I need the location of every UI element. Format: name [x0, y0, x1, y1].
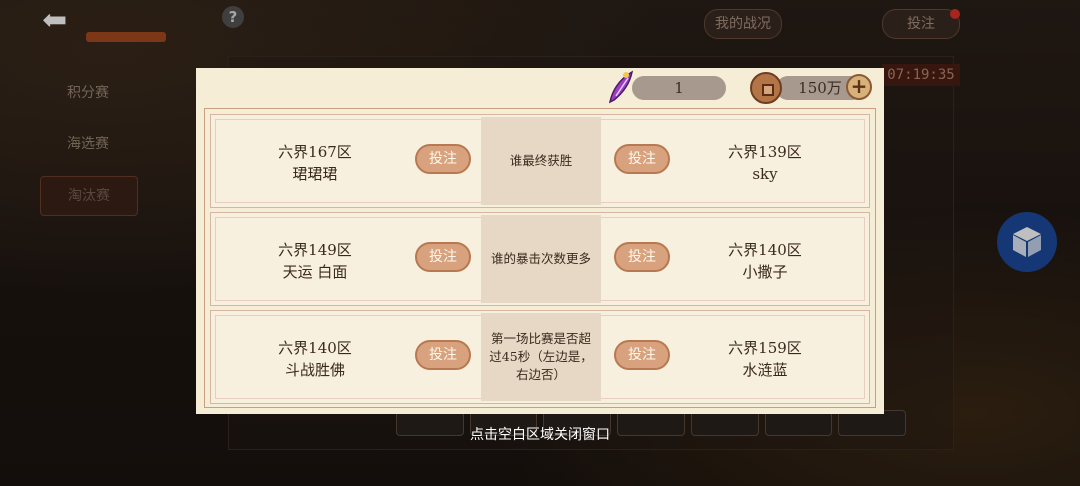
match-row: 六界149区 天运 白面 投注 谁的暴击次数更多 投注 六界140区 小撒子 — [210, 212, 870, 306]
bet-right-button[interactable]: 投注 — [614, 242, 670, 272]
left-team: 六界149区 天运 白面 — [255, 239, 375, 283]
bet-left-button[interactable]: 投注 — [415, 340, 471, 370]
bet-right-button[interactable]: 投注 — [614, 340, 670, 370]
bet-question: 谁的暴击次数更多 — [481, 215, 601, 303]
left-team: 六界167区 珺珺珺 — [255, 141, 375, 185]
left-server: 六界140区 — [278, 339, 352, 357]
right-player: 小撒子 — [742, 263, 788, 281]
right-server: 六界159区 — [728, 339, 802, 357]
bet-question: 谁最终获胜 — [481, 117, 601, 205]
left-player: 珺珺珺 — [292, 165, 338, 183]
match-row: 六界140区 斗战胜佛 投注 第一场比赛是否超过45秒（左边是，右边否） 投注 … — [210, 310, 870, 404]
close-hint: 点击空白区域关闭窗口 — [470, 427, 610, 443]
left-server: 六界167区 — [278, 143, 352, 161]
match-row: 六界167区 珺珺珺 投注 谁最终获胜 投注 六界139区 sky — [210, 114, 870, 208]
quill-count: 1 — [632, 76, 726, 100]
right-server: 六界139区 — [728, 143, 802, 161]
add-coins-button[interactable]: + — [846, 74, 872, 100]
left-player: 斗战胜佛 — [284, 361, 345, 379]
right-team: 六界139区 sky — [705, 141, 825, 185]
right-team: 六界159区 水涟蓝 — [705, 337, 825, 381]
right-player: sky — [752, 165, 778, 183]
bet-question: 第一场比赛是否超过45秒（左边是，右边否） — [481, 313, 601, 401]
bet-left-button[interactable]: 投注 — [415, 144, 471, 174]
bet-right-button[interactable]: 投注 — [614, 144, 670, 174]
left-player: 天运 白面 — [282, 263, 348, 281]
right-player: 水涟蓝 — [742, 361, 788, 379]
left-team: 六界140区 斗战胜佛 — [255, 337, 375, 381]
left-server: 六界149区 — [278, 241, 352, 259]
right-team: 六界140区 小撒子 — [705, 239, 825, 283]
right-server: 六界140区 — [728, 241, 802, 259]
coin-icon — [750, 72, 782, 104]
bet-left-button[interactable]: 投注 — [415, 242, 471, 272]
bet-modal: 1 150万 + 六界167区 珺珺珺 投注 谁最终获胜 投注 六界139区 s… — [196, 68, 884, 414]
